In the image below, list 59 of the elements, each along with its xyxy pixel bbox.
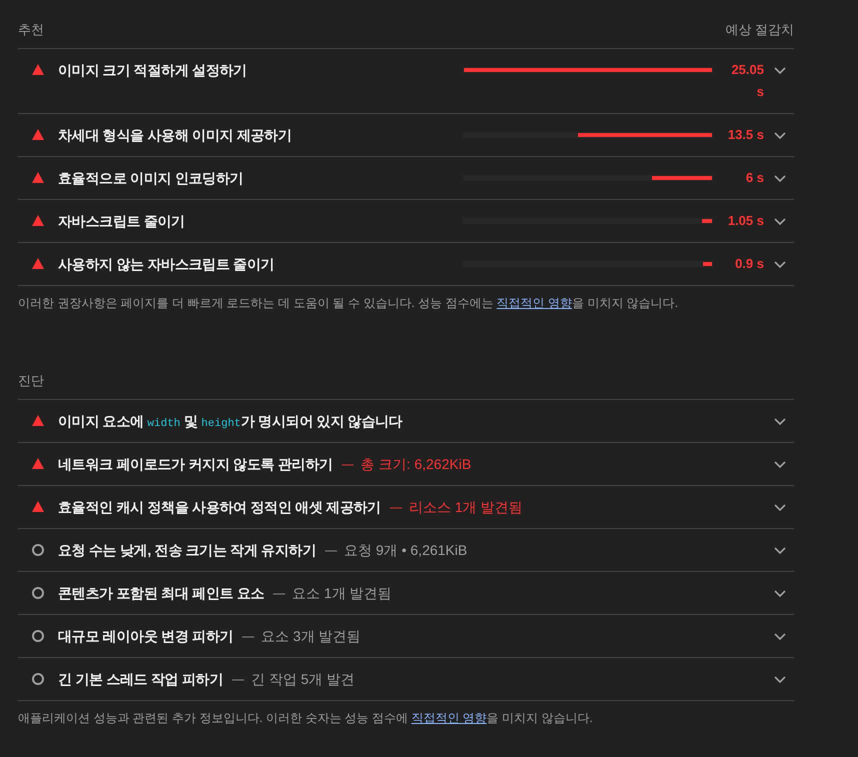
circle-icon [32,544,44,556]
warning-triangle-icon [32,129,44,140]
circle-icon [32,587,44,599]
savings-value: 6 s [744,169,764,187]
audit-title: 효율적인 캐시 정책을 사용하여 정적인 애셋 제공하기 [58,498,381,517]
footnote-link[interactable]: 직접적인 영향 [496,296,572,310]
section-heading: 진단 [18,372,44,390]
savings-value: 13.5 s [726,126,764,144]
separator-dash: — [390,499,402,516]
separator-dash: — [342,456,354,473]
footnote-text: 애플리케이션 성능과 관련된 추가 정보입니다. 이러한 숫자는 성능 점수에 직접적인 영향을 미치지 않습니다. [18,710,594,727]
section-heading: 추천 [18,21,44,39]
separator-dash: — [232,671,244,688]
column-heading: 예상 절감치 [725,21,794,39]
savings-value: 25.05 s [730,61,764,101]
circle-icon [32,673,44,685]
warning-triangle-icon [32,172,44,183]
audit-title: 이미지 크기 적절하게 설정하기 [58,61,248,80]
audit-title: 차세대 형식을 사용해 이미지 제공하기 [58,126,293,145]
chevron-down-icon[interactable] [774,590,786,597]
circle-icon [32,630,44,642]
audit-detail: 총 크기: 6,262KiB [360,455,472,474]
chevron-down-icon[interactable] [774,67,786,74]
audit-detail: 요소 1개 발견됨 [292,584,392,603]
separator-dash: — [273,585,286,602]
chevron-down-icon[interactable] [774,461,786,468]
audit-title: 대규모 레이아웃 변경 피하기 [58,627,234,646]
audit-title: 사용하지 않는 자바스크립트 줄이기 [58,255,276,274]
warning-triangle-icon [32,258,44,269]
audit-title: 효율적으로 이미지 인코딩하기 [58,169,244,188]
chevron-down-icon[interactable] [774,132,786,139]
chevron-down-icon[interactable] [774,418,786,425]
separator-dash: — [242,628,254,645]
audit-detail: 긴 작업 5개 발견 [251,670,355,689]
audit-title: 자바스크립트 줄이기 [58,212,186,231]
chevron-down-icon[interactable] [774,547,786,554]
warning-triangle-icon [32,64,44,75]
chevron-down-icon[interactable] [774,218,786,225]
chevron-down-icon[interactable] [774,633,786,640]
warning-triangle-icon [32,215,44,226]
savings-value: 1.05 s [726,212,764,230]
audit-detail: 요청 9개 • 6,261KiB [344,541,468,560]
warning-triangle-icon [32,458,44,469]
audit-detail: 요소 3개 발견됨 [261,627,361,646]
warning-triangle-icon [32,501,44,512]
chevron-down-icon[interactable] [774,504,786,511]
chevron-down-icon[interactable] [774,261,786,268]
savings-value: 0.9 s [734,255,764,273]
chevron-down-icon[interactable] [774,676,786,683]
audit-title: 네트워크 페이로드가 커지지 않도록 관리하기 [58,455,333,474]
footnote-text: 이러한 권장사항은 페이지를 더 빠르게 로드하는 데 도움이 될 수 있습니다. 성능 점수에는 직접적인 영향을 미치지 않습니다. [18,295,680,312]
chevron-down-icon[interactable] [774,175,786,182]
warning-triangle-icon [32,415,44,426]
audit-title: 긴 기본 스레드 작업 피하기 [58,670,224,689]
separator-dash: — [325,542,338,559]
audit-title: 콘텐츠가 포함된 최대 페인트 요소 [58,584,264,603]
audit-detail: 리소스 1개 발견됨 [408,498,523,517]
footnote-link[interactable]: 직접적인 영향 [411,711,487,725]
audit-title: 요청 수는 낮게, 전송 크기는 작게 유지하기 [58,541,316,560]
